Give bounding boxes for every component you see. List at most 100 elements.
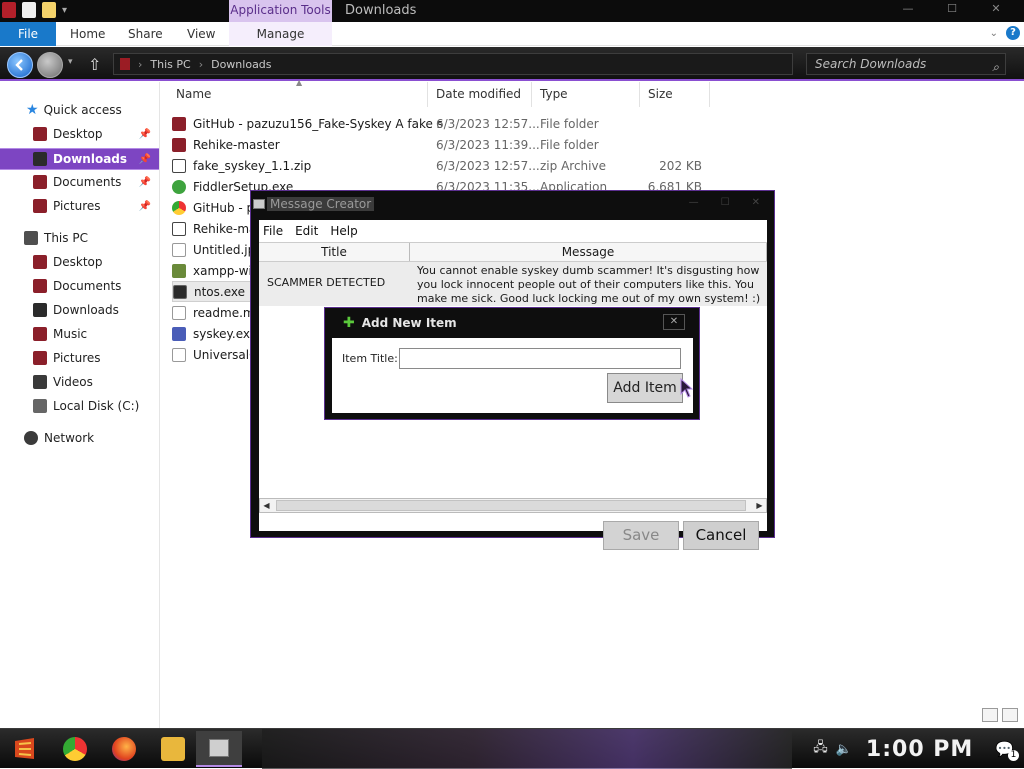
start-button-icon[interactable] — [12, 735, 38, 763]
up-arrow-icon[interactable]: ⇧ — [88, 55, 101, 74]
nav-network[interactable]: Network — [0, 427, 159, 449]
documents-icon — [33, 279, 47, 293]
nav-pc-pictures[interactable]: Pictures — [0, 347, 159, 369]
view-switcher — [982, 708, 1018, 722]
maximize-icon[interactable]: ☐ — [721, 197, 730, 208]
breadcrumb-downloads[interactable]: Downloads — [211, 58, 271, 71]
maximize-icon[interactable]: ☐ — [930, 2, 974, 15]
file-name: GitHub - pazuzu156_Fake-Syskey A fake sy… — [193, 116, 443, 131]
column-title[interactable]: Title — [259, 243, 410, 261]
close-button[interactable]: ✕ — [663, 314, 685, 330]
nav-quick-pictures[interactable]: Pictures 📌 — [0, 195, 159, 217]
app-icon — [2, 2, 16, 18]
add-item-button[interactable]: Add Item — [607, 373, 683, 403]
nav-label: Pictures — [53, 199, 101, 213]
network-status-icon[interactable]: 🖧 — [813, 738, 828, 760]
documents-icon — [33, 175, 47, 189]
taskbar-message-creator[interactable] — [196, 731, 242, 767]
menu-help[interactable]: Help — [330, 224, 357, 238]
file-row[interactable]: Rehike-master 6/3/2023 11:39... File fol… — [172, 134, 732, 155]
table-row[interactable]: SCAMMER DETECTED You cannot enable syske… — [259, 262, 767, 306]
properties-icon[interactable] — [22, 2, 36, 18]
image-file-icon — [172, 242, 186, 257]
application-tools-tab[interactable]: Application Tools — [229, 0, 332, 22]
dialog-titlebar: ✚ Add New Item — [343, 315, 457, 331]
nav-pc-music[interactable]: Music — [0, 323, 159, 345]
chrome-icon[interactable] — [63, 737, 87, 761]
column-date-modified[interactable]: Date modified — [428, 82, 532, 107]
nav-label: Pictures — [53, 351, 101, 365]
file-row[interactable]: fake_syskey_1.1.zip 6/3/2023 12:57... zi… — [172, 155, 732, 176]
tab-view[interactable]: View — [187, 22, 215, 46]
column-size[interactable]: Size — [640, 82, 710, 107]
tab-file[interactable]: File — [0, 22, 56, 46]
nav-quick-desktop[interactable]: Desktop 📌 — [0, 123, 159, 145]
address-path[interactable]: › This PC › Downloads — [113, 53, 793, 75]
column-message[interactable]: Message — [410, 243, 767, 261]
nav-pc-downloads[interactable]: Downloads — [0, 299, 159, 321]
notification-icon[interactable]: 💬 1 — [995, 740, 1019, 761]
pc-icon — [120, 58, 130, 70]
nav-pc-videos[interactable]: Videos — [0, 371, 159, 393]
pin-icon[interactable]: 📌 — [139, 177, 151, 188]
scroll-left-icon[interactable]: ◀ — [260, 499, 273, 512]
ribbon-right-controls: ⌄ ? — [990, 26, 1020, 40]
clock[interactable]: 1:00 PM — [866, 737, 973, 762]
new-folder-icon[interactable] — [42, 2, 56, 18]
close-icon[interactable]: ✕ — [974, 2, 1018, 15]
pictures-icon — [33, 199, 47, 213]
menu-file[interactable]: File — [263, 224, 283, 238]
details-view-icon[interactable] — [982, 708, 998, 722]
customize-toolbar-icon[interactable]: ▾ — [62, 5, 67, 16]
expand-ribbon-icon[interactable]: ⌄ — [990, 28, 998, 39]
chrome-icon — [172, 200, 186, 215]
tab-share[interactable]: Share — [128, 22, 163, 46]
nav-pc-desktop[interactable]: Desktop — [0, 251, 159, 273]
cancel-button[interactable]: Cancel — [683, 521, 759, 550]
help-icon[interactable]: ? — [1006, 26, 1020, 40]
taskbar-decoration — [262, 729, 792, 769]
nav-quick-documents[interactable]: Documents 📌 — [0, 171, 159, 193]
breadcrumb-this-pc[interactable]: This PC — [150, 58, 190, 71]
firefox-icon[interactable] — [112, 737, 136, 761]
item-title-input[interactable] — [399, 348, 681, 369]
large-icons-view-icon[interactable] — [1002, 708, 1018, 722]
horizontal-scrollbar[interactable]: ◀ ▶ — [259, 498, 767, 513]
sort-ascending-icon: ▲ — [296, 78, 303, 87]
nav-pc-local-disk[interactable]: Local Disk (C:) — [0, 395, 159, 417]
nav-quick-access[interactable]: ★ Quick access — [0, 99, 159, 121]
pin-icon[interactable]: 📌 — [139, 201, 151, 212]
file-explorer-icon[interactable] — [161, 737, 185, 761]
forward-button[interactable] — [37, 52, 63, 78]
minimize-icon[interactable]: — — [689, 197, 699, 208]
message-creator-title: Message Creator — [267, 197, 375, 211]
nav-quick-downloads[interactable]: Downloads 📌 — [0, 148, 159, 170]
scroll-thumb[interactable] — [276, 500, 746, 511]
dialog-body: Item Title: Add Item — [332, 338, 693, 413]
back-button[interactable] — [7, 52, 33, 78]
file-date: 6/3/2023 11:39... — [436, 137, 540, 152]
music-icon — [33, 327, 47, 341]
nav-label: Downloads — [53, 303, 119, 317]
column-type[interactable]: Type — [532, 82, 640, 107]
videos-icon — [33, 375, 47, 389]
search-icon[interactable]: ⌕ — [992, 57, 999, 77]
file-row[interactable]: GitHub - pazuzu156_Fake-Syskey A fake sy… — [172, 113, 732, 134]
save-button[interactable]: Save — [603, 521, 679, 550]
search-input[interactable]: Search Downloads ⌕ — [806, 53, 1006, 75]
nav-this-pc[interactable]: This PC — [0, 227, 159, 249]
menu-edit[interactable]: Edit — [295, 224, 318, 238]
desktop-icon — [33, 255, 47, 269]
volume-icon[interactable]: 🔈 — [836, 742, 852, 757]
minimize-icon[interactable]: — — [886, 2, 930, 15]
downloads-icon — [33, 152, 47, 166]
nav-label: Quick access — [43, 103, 122, 117]
scroll-right-icon[interactable]: ▶ — [753, 499, 766, 512]
tab-home[interactable]: Home — [70, 22, 105, 46]
pin-icon[interactable]: 📌 — [139, 129, 151, 140]
tab-manage[interactable]: Manage — [229, 22, 332, 46]
recent-locations-icon[interactable]: ▾ — [68, 57, 73, 67]
pin-icon[interactable]: 📌 — [139, 154, 151, 165]
nav-pc-documents[interactable]: Documents — [0, 275, 159, 297]
close-icon[interactable]: ✕ — [752, 197, 760, 208]
